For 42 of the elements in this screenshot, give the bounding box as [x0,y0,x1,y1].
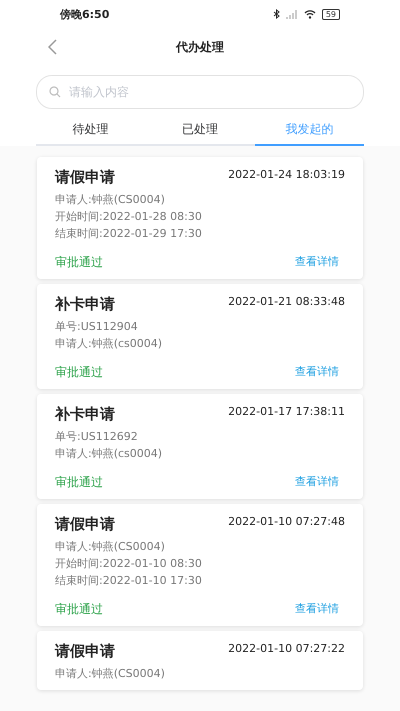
search-bar[interactable]: 请输入内容 [36,75,364,109]
card-detail: 开始时间:2022-01-10 08:30 [55,556,203,572]
back-icon[interactable] [48,39,57,55]
card-time: 2022-01-17 17:38:11 [228,405,345,418]
card-detail: 申请人:钟燕(cs0004) [55,336,164,352]
card-title: 补卡申请 [55,295,115,314]
card-title: 补卡申请 [55,405,115,424]
request-card[interactable]: 请假申请 2022-01-24 18:03:19 申请人:钟燕(CS0004) 开始时间:2022-01-28 08:30 结束时间:2022-01-29 17:30 审批通过 查看详情 [37,157,363,279]
card-detail: 申请人:钟燕(cs0004) [55,446,164,462]
card-time: 2022-01-10 07:27:22 [228,642,345,655]
request-card[interactable]: 补卡申请 2022-01-17 17:38:11 单号:US112692 申请人:钟燕(cs0004) 审批通过 查看详情 [37,394,363,499]
status-time: 傍晚6:50 [60,6,110,22]
card-time: 2022-01-10 07:27:48 [228,515,345,528]
search-icon [49,86,61,98]
approval-status: 审批通过 [55,364,103,381]
card-detail: 单号:US112904 [55,319,139,335]
request-card[interactable]: 请假申请 2022-01-10 07:27:22 申请人:钟燕(CS0004) [37,631,363,690]
card-detail: 单号:US112692 [55,429,139,445]
card-detail: 结束时间:2022-01-10 17:30 [55,573,203,589]
tab[interactable]: 待处理 [36,113,146,146]
request-card[interactable]: 补卡申请 2022-01-21 08:33:48 单号:US112904 申请人:钟燕(cs0004) 审批通过 查看详情 [37,284,363,389]
card-detail: 申请人:钟燕(CS0004) [55,666,166,682]
request-card[interactable]: 请假申请 2022-01-10 07:27:48 申请人:钟燕(CS0004) 开始时间:2022-01-10 08:30 结束时间:2022-01-10 17:30 审批通过 查看详情 [37,504,363,626]
approval-status: 审批通过 [55,254,103,271]
card-detail: 结束时间:2022-01-29 17:30 [55,226,203,242]
tab[interactable]: 已处理 [145,113,255,146]
card-detail: 申请人:钟燕(CS0004) [55,539,166,555]
signal-icon [286,10,298,18]
approval-status: 审批通过 [55,601,103,618]
card-detail: 开始时间:2022-01-28 08:30 [55,209,203,225]
battery-icon: 59 [322,8,340,20]
card-title: 请假申请 [55,168,115,187]
bluetooth-icon [272,9,280,19]
page-title: 代办处理 [176,38,224,56]
card-detail: 申请人:钟燕(CS0004) [55,192,166,208]
card-title: 请假申请 [55,515,115,534]
approval-status: 审批通过 [55,474,103,491]
card-title: 请假申请 [55,642,115,661]
wifi-icon [304,10,316,18]
card-time: 2022-01-24 18:03:19 [228,168,345,181]
card-time: 2022-01-21 08:33:48 [228,295,345,308]
search-input[interactable]: 请输入内容 [67,84,351,100]
